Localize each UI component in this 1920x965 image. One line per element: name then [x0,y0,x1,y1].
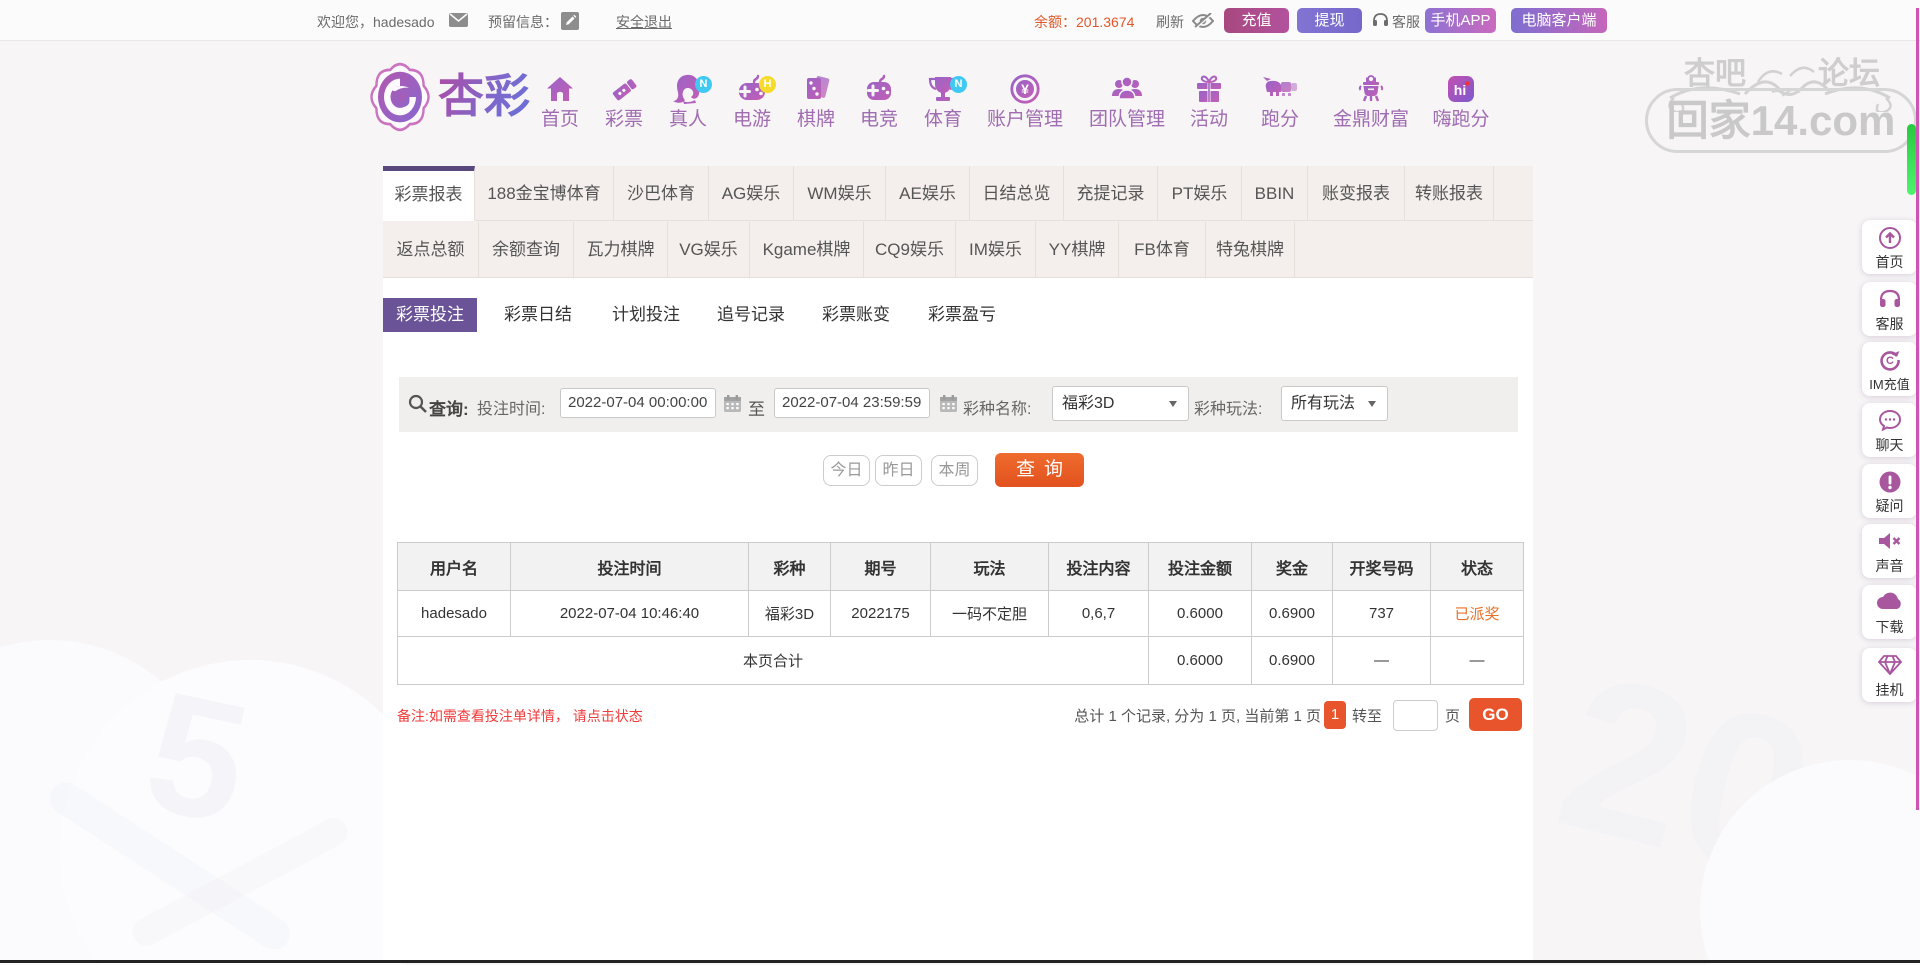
svg-text:hi: hi [1454,82,1466,98]
svg-text:¥: ¥ [1021,81,1029,97]
svg-text:C: C [1886,355,1894,367]
